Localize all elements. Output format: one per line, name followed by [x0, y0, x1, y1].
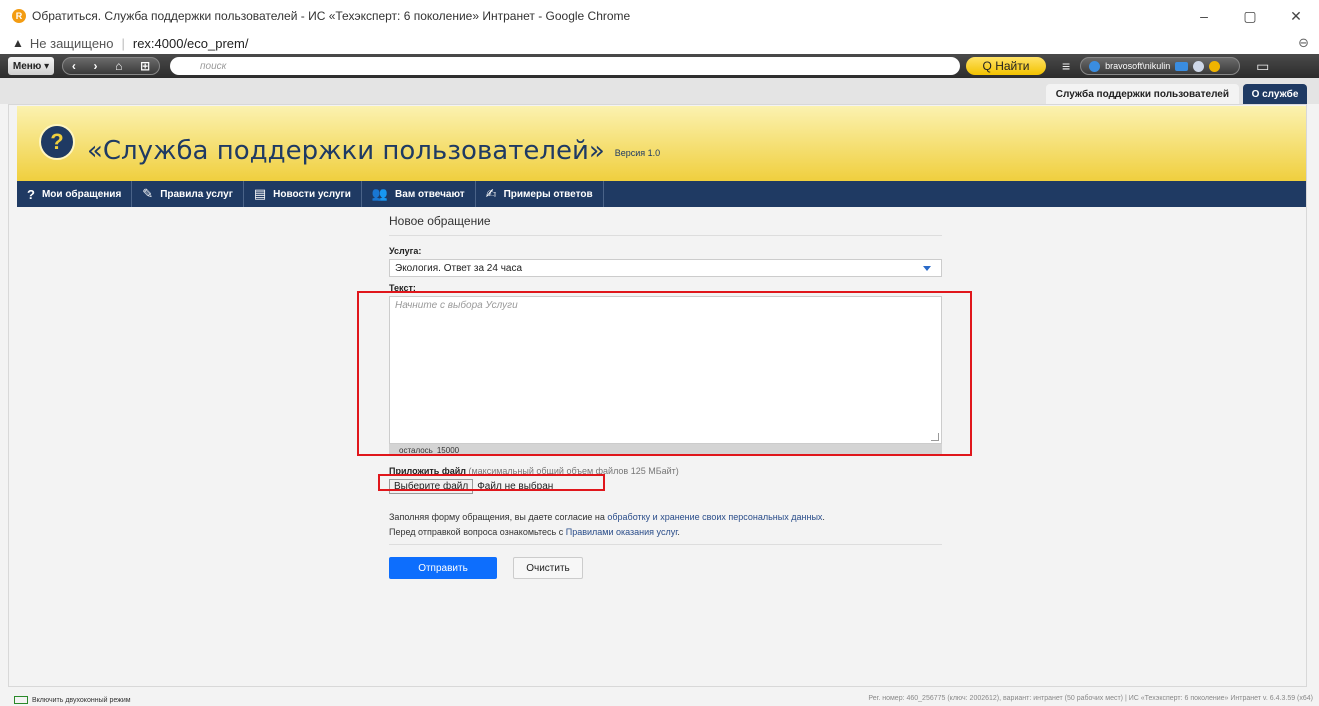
service-select[interactable]: Экология. Ответ за 24 часа: [389, 259, 942, 277]
search-input[interactable]: поиск: [170, 57, 960, 75]
rules-link[interactable]: Правилами оказания услуг: [566, 527, 678, 537]
zoom-icon[interactable]: ⊖: [1298, 35, 1309, 51]
remaining-value: 15000: [436, 445, 460, 455]
section-tabs: Служба поддержки пользователей О службе: [0, 78, 1319, 104]
security-status: Не защищено: [29, 35, 114, 51]
attach-title: Приложить файл: [389, 466, 466, 476]
resize-grip-icon[interactable]: [931, 433, 939, 441]
text-label: Текст:: [389, 283, 416, 293]
form-actions: Отправить Очистить: [389, 557, 942, 579]
edit-icon: ✍: [485, 186, 497, 201]
registration-info: Рег. номер: 460_256775 (ключ: 2002612), …: [868, 695, 1313, 702]
remaining-label: осталось: [399, 445, 433, 455]
address-separator: |: [121, 35, 125, 51]
hamburger-icon[interactable]: ≡: [1062, 58, 1070, 74]
text-placeholder: Начните с выбора Услуги: [395, 300, 518, 311]
question-circle-icon: ?: [27, 186, 35, 202]
close-button[interactable]: ✕: [1273, 0, 1319, 32]
nav-service-news[interactable]: ▤ Новости услуги: [244, 181, 362, 207]
service-title: «Служба поддержки пользователей»: [87, 135, 605, 166]
check-icon[interactable]: [1193, 60, 1205, 72]
nav-label: Новости услуги: [273, 188, 351, 200]
pin-icon: ✎: [142, 186, 154, 201]
newspaper-icon: ▤: [253, 186, 267, 201]
consent-text: Заполняя форму обращения, вы даете согла…: [389, 510, 942, 540]
app-frame: ? «Служба поддержки пользователей» Верси…: [8, 104, 1307, 687]
dual-window-icon: [14, 696, 28, 704]
find-button[interactable]: Q Найти: [966, 57, 1046, 75]
char-counter: осталось 15000: [389, 444, 942, 456]
form-title: Новое обращение: [389, 208, 942, 236]
consent-prefix: Заполняя форму обращения, вы даете согла…: [389, 512, 605, 522]
send-button[interactable]: Отправить: [389, 557, 497, 579]
user-panel[interactable]: bravosoft\nikulin: [1080, 57, 1241, 75]
nav-answer-examples[interactable]: ✍ Примеры ответов: [476, 181, 604, 207]
window-title: Обратиться. Служба поддержки пользовател…: [32, 9, 631, 23]
username: bravosoft\nikulin: [1105, 61, 1171, 71]
users-icon: 👥: [371, 186, 389, 201]
chat-icon[interactable]: ▭: [1256, 58, 1269, 75]
attach-hint: (максимальный общий объем файлов 125 МБа…: [468, 466, 679, 476]
request-text-area[interactable]: Начните с выбора Услуги: [389, 296, 942, 444]
service-banner: ? «Служба поддержки пользователей» Верси…: [17, 106, 1306, 181]
main-nav: ? Мои обращения ✎ Правила услуг ▤ Новост…: [17, 181, 1306, 207]
new-request-form: Новое обращение Услуга: Экология. Ответ …: [389, 208, 942, 579]
service-label: Услуга:: [389, 246, 422, 256]
nav-label: Вам отвечают: [395, 188, 465, 200]
file-status: Файл не выбран: [477, 481, 554, 492]
question-icon: ?: [39, 123, 75, 160]
dual-mode-toggle[interactable]: Включить двухоконный режим: [14, 696, 131, 704]
app-toolbar: Меню ▾ ‹ › ⌂ ⊞ поиск Q Найти ≡ bravosoft…: [0, 54, 1319, 78]
folder-icon[interactable]: [1175, 61, 1189, 71]
back-icon[interactable]: ‹: [72, 59, 76, 73]
nav-label: Примеры ответов: [503, 188, 593, 200]
user-avatar-icon: [1089, 60, 1101, 72]
tab-about[interactable]: О службе: [1243, 84, 1307, 104]
nav-service-rules[interactable]: ✎ Правила услуг: [132, 181, 244, 207]
tab-support[interactable]: Служба поддержки пользователей: [1045, 84, 1239, 104]
grid-icon[interactable]: ⊞: [140, 59, 150, 73]
restore-button[interactable]: ▢: [1227, 0, 1273, 32]
status-bar: Включить двухоконный режим Рег. номер: 4…: [0, 694, 1319, 706]
nav-responders[interactable]: 👥 Вам отвечают: [362, 181, 476, 207]
choose-file-button[interactable]: Выберите файл: [389, 479, 474, 494]
forward-icon[interactable]: ›: [94, 59, 98, 73]
rules-suffix: .: [677, 527, 680, 537]
menu-button[interactable]: Меню ▾: [8, 57, 54, 75]
warning-icon[interactable]: ▲: [12, 36, 24, 50]
url-text[interactable]: rex:4000/eco_prem/: [133, 36, 249, 51]
form-divider: [389, 544, 942, 545]
privacy-link[interactable]: обработку и хранение своих персональных …: [607, 512, 822, 522]
rules-prefix: Перед отправкой вопроса ознакомьтесь с: [389, 527, 564, 537]
nav-label: Мои обращения: [41, 188, 122, 200]
file-input[interactable]: Выберите файл Файл не выбран: [389, 479, 942, 494]
version-label: Версия 1.0: [614, 147, 661, 158]
consent-suffix: .: [822, 512, 825, 522]
dual-mode-label: Включить двухоконный режим: [32, 696, 131, 704]
nav-my-requests[interactable]: ? Мои обращения: [17, 181, 133, 207]
window-titlebar: R Обратиться. Служба поддержки пользоват…: [0, 0, 1319, 32]
chevron-down-icon: [923, 266, 931, 271]
attach-label: Приложить файл (максимальный общий объем…: [389, 466, 942, 476]
minimize-button[interactable]: –: [1181, 0, 1227, 32]
address-bar[interactable]: ▲ Не защищено | rex:4000/eco_prem/ ⊖: [0, 32, 1319, 54]
clock-icon[interactable]: [1209, 60, 1221, 72]
nav-label: Правила услуг: [160, 188, 233, 200]
service-value: Экология. Ответ за 24 часа: [395, 262, 523, 274]
clear-button[interactable]: Очистить: [513, 557, 583, 579]
home-icon[interactable]: ⌂: [115, 59, 122, 73]
navigation-group: ‹ › ⌂ ⊞: [62, 57, 160, 75]
app-favicon-icon: R: [12, 9, 26, 23]
